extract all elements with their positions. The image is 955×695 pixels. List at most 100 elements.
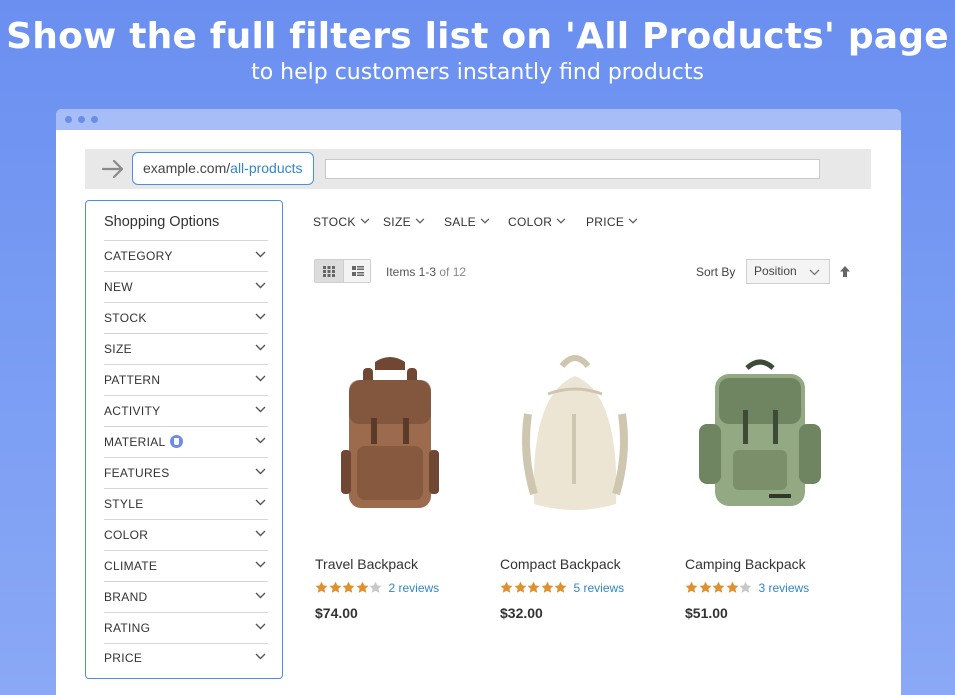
top-filter-sale[interactable]: SALE — [444, 215, 490, 229]
top-filter-label: SIZE — [383, 215, 411, 229]
filter-label: STOCK — [104, 311, 147, 325]
filter-category[interactable]: CATEGORY — [104, 241, 268, 272]
star-filled-icon — [356, 581, 368, 593]
view-mode-toggle — [314, 259, 371, 283]
product-image[interactable] — [315, 339, 465, 539]
banner-subline: to help customers instantly find product… — [251, 60, 704, 85]
filter-label: RATING — [104, 621, 151, 635]
window-dot-icon — [78, 116, 85, 123]
filter-activity[interactable]: ACTIVITY — [104, 396, 268, 427]
chevron-down-icon — [255, 561, 266, 568]
grid-view-button[interactable] — [315, 260, 343, 282]
address-bar: example.com/all-products — [85, 149, 871, 189]
items-total: of 12 — [439, 265, 467, 279]
filter-pattern[interactable]: PATTERN — [104, 365, 268, 396]
sidebar-title: Shopping Options — [104, 201, 268, 241]
filter-label: MATERIAL — [104, 435, 166, 449]
product-price: $51.00 — [685, 605, 728, 621]
url-field[interactable]: example.com/all-products — [132, 152, 314, 185]
chevron-down-icon — [255, 406, 266, 413]
filter-style[interactable]: STYLE — [104, 489, 268, 520]
list-view-button[interactable] — [343, 260, 371, 282]
top-filter-label: STOCK — [313, 215, 356, 229]
filter-price[interactable]: PRICE — [104, 644, 268, 672]
window-dot-icon — [91, 116, 98, 123]
product-card[interactable]: Compact Backpack 5 reviews $32.00 — [500, 339, 670, 621]
chevron-down-icon — [255, 313, 266, 320]
chevron-down-icon — [415, 218, 425, 224]
star-filled-icon — [500, 581, 513, 593]
top-filter-stock[interactable]: STOCK — [313, 215, 370, 229]
chevron-down-icon — [480, 218, 490, 224]
reviews-link[interactable]: 3 reviews — [759, 581, 810, 595]
list-icon — [352, 266, 364, 276]
filter-stock[interactable]: STOCK — [104, 303, 268, 334]
chevron-down-icon — [255, 530, 266, 537]
filter-label: STYLE — [104, 497, 144, 511]
items-count: Items 1-3 of 12 — [386, 265, 466, 279]
filter-features[interactable]: FEATURES — [104, 458, 268, 489]
filter-label: COLOR — [104, 528, 149, 542]
star-filled-icon — [342, 581, 355, 593]
filter-label: CLIMATE — [104, 559, 158, 573]
top-filter-color[interactable]: COLOR — [508, 215, 566, 229]
filter-rating[interactable]: RATING — [104, 613, 268, 644]
star-filled-icon — [315, 581, 328, 593]
filter-new[interactable]: NEW — [104, 272, 268, 303]
chevron-down-icon — [255, 468, 266, 475]
browser-window: example.com/all-products Shopping Option… — [56, 109, 901, 695]
items-range: Items 1-3 — [386, 265, 437, 279]
sort-by-label: Sort By — [696, 265, 736, 279]
sort-select-value: Position — [754, 264, 797, 278]
chevron-down-icon — [360, 218, 369, 224]
filter-climate[interactable]: CLIMATE — [104, 551, 268, 582]
reviews-link[interactable]: 5 reviews — [574, 581, 625, 595]
shopping-options-sidebar: Shopping Options CATEGORY NEW STOCK SIZE PAT… — [85, 200, 283, 679]
top-filter-label: COLOR — [508, 215, 553, 229]
products-toolbar: Items 1-3 of 12 Sort By Position — [314, 259, 874, 285]
filter-label: CATEGORY — [104, 249, 173, 263]
product-name[interactable]: Compact Backpack — [500, 556, 621, 572]
product-card[interactable]: Camping Backpack 3 reviews $51.00 — [685, 339, 855, 621]
chevron-down-icon — [255, 653, 266, 660]
sort-direction-arrow-up-icon[interactable] — [839, 265, 851, 278]
filter-brand[interactable]: BRAND — [104, 582, 268, 613]
window-dot-icon — [65, 116, 72, 123]
chevron-down-icon — [556, 218, 566, 224]
top-filter-price[interactable]: PRICE — [586, 215, 638, 229]
top-filter-size[interactable]: SIZE — [383, 215, 425, 229]
chevron-down-icon — [255, 251, 266, 258]
reviews-link[interactable]: 2 reviews — [389, 581, 440, 595]
star-filled-icon — [726, 581, 738, 593]
product-card[interactable]: Travel Backpack 2 reviews $74.00 — [315, 339, 485, 621]
filter-label: PATTERN — [104, 373, 161, 387]
window-title-bar — [56, 109, 901, 130]
filter-size[interactable]: SIZE — [104, 334, 268, 365]
star-filled-icon — [514, 581, 526, 593]
product-price: $32.00 — [500, 605, 543, 621]
top-filter-label: SALE — [444, 215, 476, 229]
product-name[interactable]: Travel Backpack — [315, 556, 418, 572]
filter-label: FEATURES — [104, 466, 170, 480]
address-input-track[interactable] — [325, 159, 820, 179]
star-filled-icon — [699, 581, 711, 593]
filter-label: ACTIVITY — [104, 404, 161, 418]
arrow-right-icon — [101, 159, 124, 179]
sort-select[interactable]: Position — [746, 259, 830, 284]
star-filled-icon — [685, 581, 698, 593]
filter-list: CATEGORY NEW STOCK SIZE PATTERN ACTIVITY MATER… — [104, 241, 268, 672]
product-image[interactable] — [500, 339, 650, 539]
filter-color[interactable]: COLOR — [104, 520, 268, 551]
star-filled-icon — [712, 581, 725, 593]
filter-material[interactable]: MATERIAL — [104, 427, 268, 458]
top-filter-label: PRICE — [586, 215, 625, 229]
chevron-down-icon — [255, 437, 266, 444]
info-icon[interactable] — [169, 435, 183, 448]
product-name[interactable]: Camping Backpack — [685, 556, 806, 572]
product-price: $74.00 — [315, 605, 358, 621]
product-image[interactable] — [685, 339, 835, 539]
star-filled-icon — [541, 581, 553, 593]
star-filled-icon — [554, 581, 567, 593]
filter-label: BRAND — [104, 590, 148, 604]
chevron-down-icon — [255, 623, 266, 630]
